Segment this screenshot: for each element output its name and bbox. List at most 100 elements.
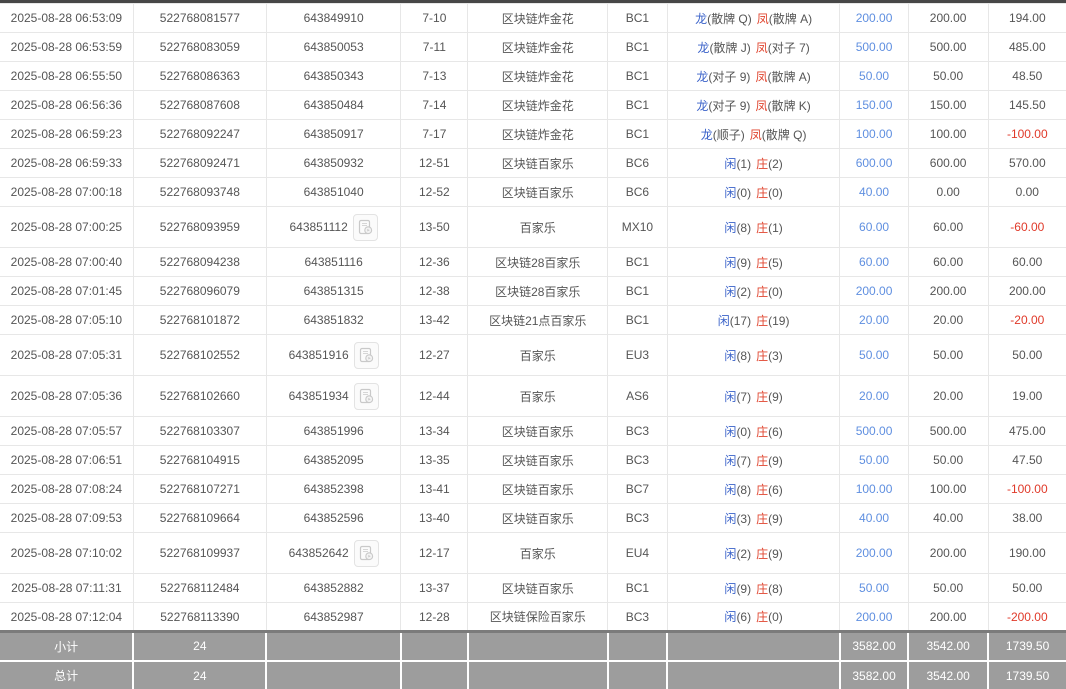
bet-amount-link[interactable]: 100.00 [856, 127, 893, 141]
table-row: 2025-08-28 07:01:45522768096079643851315… [0, 277, 1066, 306]
footer-empty-cell [266, 661, 400, 689]
round-id-wrap: 643852596 [304, 511, 364, 525]
video-replay-icon[interactable] [354, 383, 379, 410]
result-blue-label: 闲 [724, 285, 736, 299]
footer-empty-cell [266, 632, 400, 661]
cell-game-code: BC1 [608, 62, 668, 91]
cell-bet-time: 2025-08-28 06:59:23 [0, 120, 133, 149]
bet-amount-link[interactable]: 20.00 [859, 313, 889, 327]
cell-bet-id: 522768092247 [133, 120, 266, 149]
bet-amount-link[interactable]: 500.00 [856, 40, 893, 54]
round-id-wrap: 643851112 [289, 214, 377, 241]
cell-bet-time: 2025-08-28 06:55:50 [0, 62, 133, 91]
result-red-detail: (对子 7) [768, 41, 810, 55]
bet-amount-link[interactable]: 600.00 [856, 156, 893, 170]
table-row: 2025-08-28 06:53:09522768081577643849910… [0, 4, 1066, 33]
bet-amount-link[interactable]: 150.00 [856, 98, 893, 112]
cell-game-name: 区块链炸金花 [468, 91, 608, 120]
result-red-detail: (散牌 A) [767, 70, 810, 84]
bet-amount-link[interactable]: 20.00 [859, 389, 889, 403]
cell-table-number: 12-52 [401, 178, 468, 207]
cell-game-code: AS6 [608, 376, 668, 417]
cell-win-loss: -60.00 [988, 207, 1066, 248]
result-blue-label: 龙 [696, 99, 708, 113]
bet-amount-link[interactable]: 100.00 [856, 482, 893, 496]
bet-amount-link[interactable]: 60.00 [859, 220, 889, 234]
footer-label: 总计 [0, 661, 133, 689]
video-replay-icon[interactable] [354, 342, 379, 369]
cell-bet-id: 522768109664 [133, 504, 266, 533]
cell-game-name: 区块链百家乐 [468, 446, 608, 475]
table-body: 2025-08-28 06:53:09522768081577643849910… [0, 4, 1066, 632]
cell-table-number: 7-10 [401, 4, 468, 33]
cell-win-loss: 145.50 [988, 91, 1066, 120]
result-blue-detail: (顺子) [713, 128, 745, 142]
round-id-text: 643852398 [304, 482, 364, 496]
bet-amount-link[interactable]: 200.00 [856, 610, 893, 624]
result-red-label: 庄 [756, 256, 768, 270]
cell-round-id: 643852398 [266, 475, 400, 504]
table-row: 2025-08-28 07:12:04522768113390643852987… [0, 603, 1066, 632]
round-id-wrap: 643851934 [289, 383, 379, 410]
cell-bet-id: 522768103307 [133, 417, 266, 446]
round-id-wrap: 643852095 [304, 453, 364, 467]
footer-valid-total: 3542.00 [908, 661, 988, 689]
result-red-detail: (散牌 Q) [762, 128, 807, 142]
cell-bet-amount: 50.00 [840, 62, 908, 91]
bet-amount-link[interactable]: 200.00 [856, 11, 893, 25]
result-blue-label: 闲 [718, 314, 730, 328]
bet-amount-link[interactable]: 40.00 [859, 511, 889, 525]
bet-amount-link[interactable]: 200.00 [856, 284, 893, 298]
cell-round-id: 643851996 [266, 417, 400, 446]
bet-amount-link[interactable]: 500.00 [856, 424, 893, 438]
round-id-text: 643852642 [289, 546, 349, 560]
cell-bet-id: 522768109937 [133, 533, 266, 574]
bet-amount-link[interactable]: 50.00 [859, 453, 889, 467]
cell-valid-amount: 200.00 [908, 533, 988, 574]
result-blue-detail: (6) [736, 610, 751, 624]
bet-amount-link[interactable]: 50.00 [859, 348, 889, 362]
cell-valid-amount: 40.00 [908, 504, 988, 533]
cell-round-id: 643850343 [266, 62, 400, 91]
round-id-wrap: 643851116 [304, 255, 362, 269]
cell-bet-time: 2025-08-28 07:05:10 [0, 306, 133, 335]
result-red-label: 庄 [756, 483, 768, 497]
cell-valid-amount: 100.00 [908, 120, 988, 149]
round-id-text: 643852987 [304, 610, 364, 624]
result-red-label: 庄 [756, 610, 768, 624]
cell-win-loss: 50.00 [988, 574, 1066, 603]
round-id-text: 643850932 [304, 156, 364, 170]
cell-bet-time: 2025-08-28 07:00:18 [0, 178, 133, 207]
bet-amount-link[interactable]: 60.00 [859, 255, 889, 269]
bet-amount-link[interactable]: 40.00 [859, 185, 889, 199]
cell-win-loss: -20.00 [988, 306, 1066, 335]
result-blue-detail: (7) [736, 454, 751, 468]
video-replay-icon[interactable] [354, 540, 379, 567]
round-id-text: 643852095 [304, 453, 364, 467]
table-row: 2025-08-28 07:11:31522768112484643852882… [0, 574, 1066, 603]
cell-table-number: 12-51 [401, 149, 468, 178]
bet-amount-link[interactable]: 50.00 [859, 581, 889, 595]
round-id-wrap: 643851916 [289, 342, 379, 369]
cell-game-result: 闲(8)庄(1) [667, 207, 840, 248]
cell-game-name: 区块链炸金花 [468, 120, 608, 149]
video-replay-icon[interactable] [353, 214, 378, 241]
cell-bet-amount: 40.00 [840, 504, 908, 533]
cell-bet-amount: 200.00 [840, 4, 908, 33]
cell-round-id: 643849910 [266, 4, 400, 33]
table-row: 2025-08-28 07:08:24522768107271643852398… [0, 475, 1066, 504]
result-red-label: 庄 [756, 349, 768, 363]
cell-valid-amount: 50.00 [908, 574, 988, 603]
bet-amount-link[interactable]: 200.00 [856, 546, 893, 560]
cell-game-name: 区块链炸金花 [468, 62, 608, 91]
result-red-label: 庄 [756, 157, 768, 171]
cell-table-number: 13-41 [401, 475, 468, 504]
cell-bet-amount: 40.00 [840, 178, 908, 207]
cell-valid-amount: 500.00 [908, 417, 988, 446]
bet-amount-link[interactable]: 50.00 [859, 69, 889, 83]
cell-win-loss: 48.50 [988, 62, 1066, 91]
footer-winloss-total: 1739.50 [988, 632, 1066, 661]
result-red-detail: (6) [768, 483, 783, 497]
result-red-label: 庄 [756, 582, 768, 596]
result-red-detail: (2) [768, 157, 783, 171]
